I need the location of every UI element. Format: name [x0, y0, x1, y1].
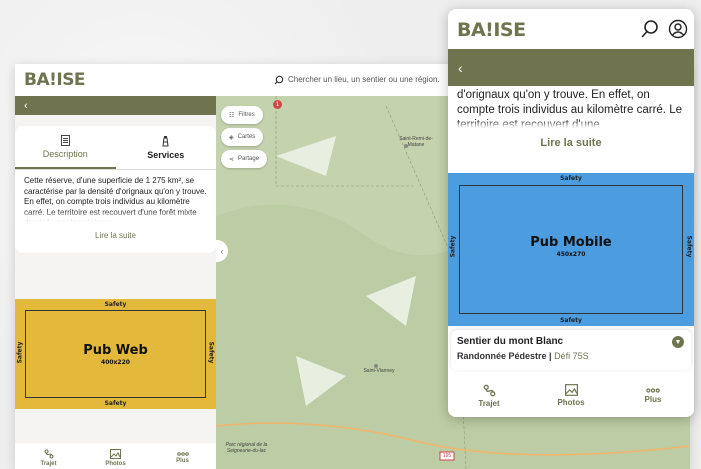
- mobile-back-bar: ‹: [448, 49, 694, 86]
- ad-size: 450x270: [556, 251, 586, 258]
- bottom-nav: Trajet Photos Plus: [15, 443, 216, 469]
- filters-chip[interactable]: ☷ Filtres 1: [221, 100, 282, 124]
- mobile-back-button[interactable]: ‹: [458, 60, 463, 76]
- mobile-mockup: BA!ISE ‹ d'orignaux qu'on y trouve. En e…: [448, 9, 694, 417]
- read-more-link[interactable]: Lire la suite: [15, 231, 216, 240]
- nav-photos-label: Photos: [105, 461, 126, 467]
- tab-description[interactable]: Description: [15, 126, 116, 169]
- nav-trajet[interactable]: Trajet: [448, 374, 530, 417]
- share-icon: ⋖: [229, 156, 235, 163]
- trail-name: Sentier du mont Blanc: [457, 336, 564, 347]
- more-icon: [646, 387, 660, 393]
- share-chip[interactable]: ⋖ Partage: [221, 150, 268, 168]
- nav-photos-label: Photos: [557, 398, 585, 407]
- search-icon[interactable]: [640, 19, 660, 39]
- filter-badge: 1: [273, 100, 282, 109]
- share-label: Partage: [238, 156, 260, 162]
- tab-bar: Description Services: [15, 126, 216, 170]
- nav-plus-label: Plus: [176, 458, 189, 464]
- user-icon[interactable]: [668, 19, 688, 39]
- ad-size: 400x220: [101, 359, 130, 366]
- back-button[interactable]: ‹: [24, 100, 28, 112]
- lighthouse-icon: [162, 136, 169, 147]
- maps-label: Cartes: [237, 134, 256, 140]
- document-icon: [60, 134, 70, 146]
- nav-trajet-label: Trajet: [40, 461, 57, 467]
- route-icon: [44, 449, 53, 459]
- safety-label-bottom: Safety: [560, 317, 582, 324]
- nav-plus-label: Plus: [644, 394, 662, 404]
- trail-separator: |: [546, 351, 555, 361]
- description-card: Description Services Cette réserve, d'un…: [15, 126, 216, 253]
- more-icon: [176, 452, 189, 456]
- tab-services[interactable]: Services: [116, 126, 217, 169]
- route-icon: [483, 384, 495, 396]
- mobile-logo[interactable]: BA!ISE: [457, 19, 526, 41]
- image-icon: [564, 384, 578, 396]
- mobile-description-text: d'orignaux qu'on y trouve. En effet, on …: [457, 88, 687, 128]
- web-ad[interactable]: Safety Safety Safety Safety Pub Web 400x…: [15, 299, 216, 409]
- search-input[interactable]: Chercher un lieu, un sentier ou une régi…: [270, 69, 440, 90]
- search-placeholder: Chercher un lieu, un sentier ou une régi…: [288, 75, 440, 84]
- safety-label-top: Safety: [104, 301, 127, 308]
- map-label-saint-remi: Saint-Remi-de-Matane: [399, 136, 433, 148]
- map-label-parc: Parc régional de la Seigneurie-du-lac: [225, 442, 268, 454]
- tab-services-label: Services: [147, 150, 185, 160]
- trail-activity: Randonnée Pédestre: [457, 351, 547, 361]
- mobile-bottom-nav: Trajet Photos Plus: [448, 374, 694, 417]
- back-bar: ‹: [15, 96, 216, 115]
- filters-label: Filtres: [238, 112, 255, 118]
- side-panel: ‹ Description Services Cette réserve, d'…: [15, 96, 216, 469]
- nav-photos[interactable]: Photos: [530, 374, 612, 417]
- map-label-saint-vianney: Saint-Vianney: [363, 368, 395, 374]
- trail-card[interactable]: Sentier du mont Blanc Randonnée Pédestre…: [451, 330, 691, 370]
- nav-photos[interactable]: Photos: [82, 443, 149, 469]
- tab-description-label: Description: [42, 148, 88, 159]
- safety-label-top: Safety: [560, 175, 582, 182]
- layers-icon: ◈: [229, 134, 234, 141]
- mobile-ad[interactable]: Safety Safety Safety Safety Pub Mobile 4…: [448, 173, 694, 326]
- image-icon: [110, 449, 121, 459]
- logo[interactable]: BA!ISE: [24, 70, 86, 90]
- filter-icon: ☷: [229, 112, 235, 119]
- safety-label-bottom: Safety: [104, 400, 127, 407]
- ad-title: Pub Mobile: [530, 235, 612, 250]
- nav-plus[interactable]: Plus: [149, 443, 216, 469]
- mobile-header-icons: [640, 19, 688, 39]
- nav-trajet-label: Trajet: [478, 398, 500, 408]
- road-shield: 195: [442, 453, 452, 459]
- trail-challenge: Défi 75S: [554, 351, 589, 361]
- description-text: Cette réserve, d'une superficie de 1 275…: [15, 170, 216, 222]
- trail-subtitle: Randonnée Pédestre | Défi 75S: [457, 351, 685, 361]
- mobile-read-more-link[interactable]: Lire la suite: [448, 137, 694, 149]
- nav-plus[interactable]: Plus: [612, 374, 694, 417]
- ad-title: Pub Web: [83, 343, 148, 358]
- chevron-down-icon[interactable]: ▼: [672, 336, 684, 348]
- nav-trajet[interactable]: Trajet: [15, 443, 82, 469]
- maps-chip[interactable]: ◈ Cartes: [221, 128, 264, 146]
- search-icon: [274, 75, 284, 84]
